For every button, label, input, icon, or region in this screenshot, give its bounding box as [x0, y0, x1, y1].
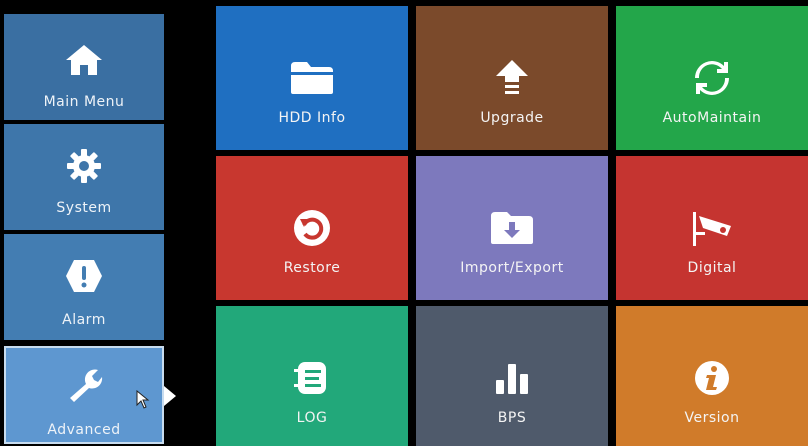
selection-pointer-arrow	[164, 386, 176, 406]
camera-icon	[689, 204, 735, 252]
import-export-icon	[489, 204, 535, 252]
sidebar-item-alarm[interactable]: Alarm	[4, 234, 164, 340]
tile-label: LOG	[296, 410, 328, 426]
tile-restore[interactable]: Restore	[216, 156, 408, 300]
folder-icon	[289, 54, 335, 102]
tile-automaintain[interactable]: AutoMaintain	[616, 6, 808, 150]
tile-version[interactable]: Version	[616, 306, 808, 446]
sidebar-item-main-menu[interactable]: Main Menu	[4, 14, 164, 120]
advanced-menu-screen: Main Menu System Alarm Advanced HDD Info…	[0, 0, 808, 446]
sidebar-item-label: Advanced	[47, 422, 121, 438]
gear-icon	[62, 144, 106, 188]
tile-label: BPS	[497, 410, 527, 426]
tile-import-export[interactable]: Import/Export	[416, 156, 608, 300]
tile-label: Digital	[687, 260, 737, 276]
sidebar-item-label: Alarm	[62, 312, 106, 328]
tile-label: HDD Info	[278, 110, 346, 126]
upgrade-arrow-icon	[492, 54, 532, 102]
sidebar-item-label: Main Menu	[43, 94, 125, 110]
wrench-icon	[62, 362, 106, 406]
tile-bps[interactable]: BPS	[416, 306, 608, 446]
bar-chart-icon	[492, 354, 532, 402]
info-icon	[693, 354, 731, 402]
home-icon	[62, 38, 106, 82]
mouse-cursor-icon	[136, 389, 150, 414]
tile-upgrade[interactable]: Upgrade	[416, 6, 608, 150]
log-icon	[294, 354, 330, 402]
tile-label: Version	[684, 410, 740, 426]
sidebar-item-system[interactable]: System	[4, 124, 164, 230]
tile-label: Import/Export	[460, 260, 564, 276]
tile-log[interactable]: LOG	[216, 306, 408, 446]
tile-digital[interactable]: Digital	[616, 156, 808, 300]
tile-label: Restore	[283, 260, 341, 276]
alert-icon	[62, 254, 106, 298]
sidebar-item-label: System	[56, 200, 112, 216]
tile-label: AutoMaintain	[662, 110, 762, 126]
tile-hdd-info[interactable]: HDD Info	[216, 6, 408, 150]
restore-icon	[292, 204, 332, 252]
refresh-icon	[691, 54, 733, 102]
tile-label: Upgrade	[480, 110, 544, 126]
